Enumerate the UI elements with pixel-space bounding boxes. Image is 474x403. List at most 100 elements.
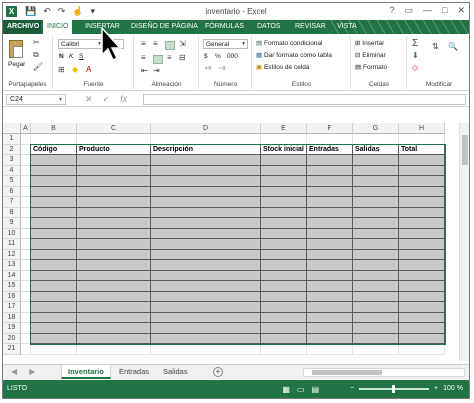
fill-icon[interactable]: ⬇: [412, 51, 419, 60]
autosum-icon[interactable]: Σ: [412, 38, 418, 49]
table-cell[interactable]: [261, 155, 307, 166]
close-icon[interactable]: ✕: [457, 5, 465, 16]
table-cell[interactable]: [353, 218, 399, 229]
cell[interactable]: [21, 239, 31, 250]
cell[interactable]: [21, 323, 31, 334]
table-cell[interactable]: [353, 302, 399, 313]
table-cell[interactable]: [399, 228, 445, 239]
row-header-12[interactable]: 12: [3, 249, 21, 260]
maximize-icon[interactable]: □: [442, 5, 447, 16]
sheet-tab-entradas[interactable]: Entradas: [113, 365, 155, 379]
cell[interactable]: [21, 333, 31, 344]
thousands-button[interactable]: 000: [227, 53, 238, 60]
table-header-cell[interactable]: Stock inicial: [261, 144, 307, 155]
conditional-format-button[interactable]: ▤ Formato condicional: [256, 39, 323, 47]
table-cell[interactable]: [399, 270, 445, 281]
row-header-7[interactable]: 7: [3, 197, 21, 208]
table-cell[interactable]: [31, 302, 77, 313]
name-box[interactable]: C24 ▼: [6, 94, 66, 105]
clear-icon[interactable]: ◇: [412, 63, 418, 72]
row-header-14[interactable]: 14: [3, 270, 21, 281]
zoom-out-icon[interactable]: −: [350, 385, 354, 392]
cell[interactable]: [261, 344, 307, 355]
table-cell[interactable]: [399, 218, 445, 229]
table-cell[interactable]: [261, 281, 307, 292]
table-cell[interactable]: [399, 260, 445, 271]
table-cell[interactable]: [77, 249, 151, 260]
insert-cells-button[interactable]: ⊞ Insertar: [355, 39, 384, 47]
table-cell[interactable]: [77, 165, 151, 176]
row-header-5[interactable]: 5: [3, 176, 21, 187]
table-cell[interactable]: [353, 312, 399, 323]
row-header-1[interactable]: 1: [3, 134, 21, 145]
row-header-17[interactable]: 17: [3, 302, 21, 313]
table-cell[interactable]: [77, 291, 151, 302]
cell[interactable]: [77, 134, 151, 145]
cut-icon[interactable]: ✂: [33, 38, 40, 47]
column-header-d[interactable]: D: [151, 123, 261, 134]
confirm-entry-icon[interactable]: ✓: [103, 94, 111, 105]
row-header-10[interactable]: 10: [3, 228, 21, 239]
table-cell[interactable]: [261, 333, 307, 344]
table-cell[interactable]: [399, 312, 445, 323]
table-header-cell[interactable]: Producto: [77, 144, 151, 155]
page-break-view-icon[interactable]: ▤: [311, 385, 319, 394]
paste-button[interactable]: Pegar: [8, 61, 25, 68]
cell[interactable]: [353, 134, 399, 145]
table-cell[interactable]: [353, 165, 399, 176]
table-cell[interactable]: [31, 207, 77, 218]
tab-data[interactable]: DATOS: [253, 20, 284, 34]
select-all-corner[interactable]: [3, 123, 21, 134]
table-cell[interactable]: [399, 249, 445, 260]
cell[interactable]: [151, 344, 261, 355]
cell[interactable]: [21, 218, 31, 229]
table-cell[interactable]: [31, 239, 77, 250]
decrease-decimal-icon[interactable]: ⁻⁰: [218, 65, 225, 74]
cell[interactable]: [307, 134, 353, 145]
table-cell[interactable]: [399, 186, 445, 197]
table-cell[interactable]: [261, 176, 307, 187]
table-cell[interactable]: [261, 260, 307, 271]
table-cell[interactable]: [353, 249, 399, 260]
cell[interactable]: [21, 260, 31, 271]
table-cell[interactable]: [31, 270, 77, 281]
table-cell[interactable]: [399, 207, 445, 218]
table-cell[interactable]: [31, 176, 77, 187]
table-cell[interactable]: [261, 291, 307, 302]
cell[interactable]: [21, 165, 31, 176]
table-cell[interactable]: [151, 228, 261, 239]
table-cell[interactable]: [261, 186, 307, 197]
table-cell[interactable]: [261, 249, 307, 260]
table-header-cell[interactable]: Descripción: [151, 144, 261, 155]
cell[interactable]: [353, 344, 399, 355]
cell[interactable]: [21, 197, 31, 208]
table-cell[interactable]: [307, 176, 353, 187]
table-cell[interactable]: [399, 165, 445, 176]
table-cell[interactable]: [307, 239, 353, 250]
table-cell[interactable]: [307, 165, 353, 176]
table-cell[interactable]: [31, 249, 77, 260]
table-cell[interactable]: [399, 176, 445, 187]
cell[interactable]: [21, 291, 31, 302]
tab-file[interactable]: ARCHIVO: [3, 20, 41, 34]
table-cell[interactable]: [77, 323, 151, 334]
cell[interactable]: [21, 207, 31, 218]
table-cell[interactable]: [77, 197, 151, 208]
next-sheet-icon[interactable]: ▶: [29, 367, 35, 376]
cancel-entry-icon[interactable]: ✕: [85, 94, 93, 105]
table-cell[interactable]: [399, 302, 445, 313]
cell[interactable]: [21, 144, 31, 155]
table-cell[interactable]: [31, 218, 77, 229]
table-cell[interactable]: [31, 197, 77, 208]
table-cell[interactable]: [307, 218, 353, 229]
column-header-h[interactable]: H: [399, 123, 445, 134]
row-header-15[interactable]: 15: [3, 281, 21, 292]
table-cell[interactable]: [307, 323, 353, 334]
cell[interactable]: [31, 344, 77, 355]
prev-sheet-icon[interactable]: ◀: [11, 367, 17, 376]
row-header-4[interactable]: 4: [3, 165, 21, 176]
table-cell[interactable]: [151, 176, 261, 187]
table-cell[interactable]: [151, 302, 261, 313]
table-cell[interactable]: [353, 333, 399, 344]
table-cell[interactable]: [151, 249, 261, 260]
